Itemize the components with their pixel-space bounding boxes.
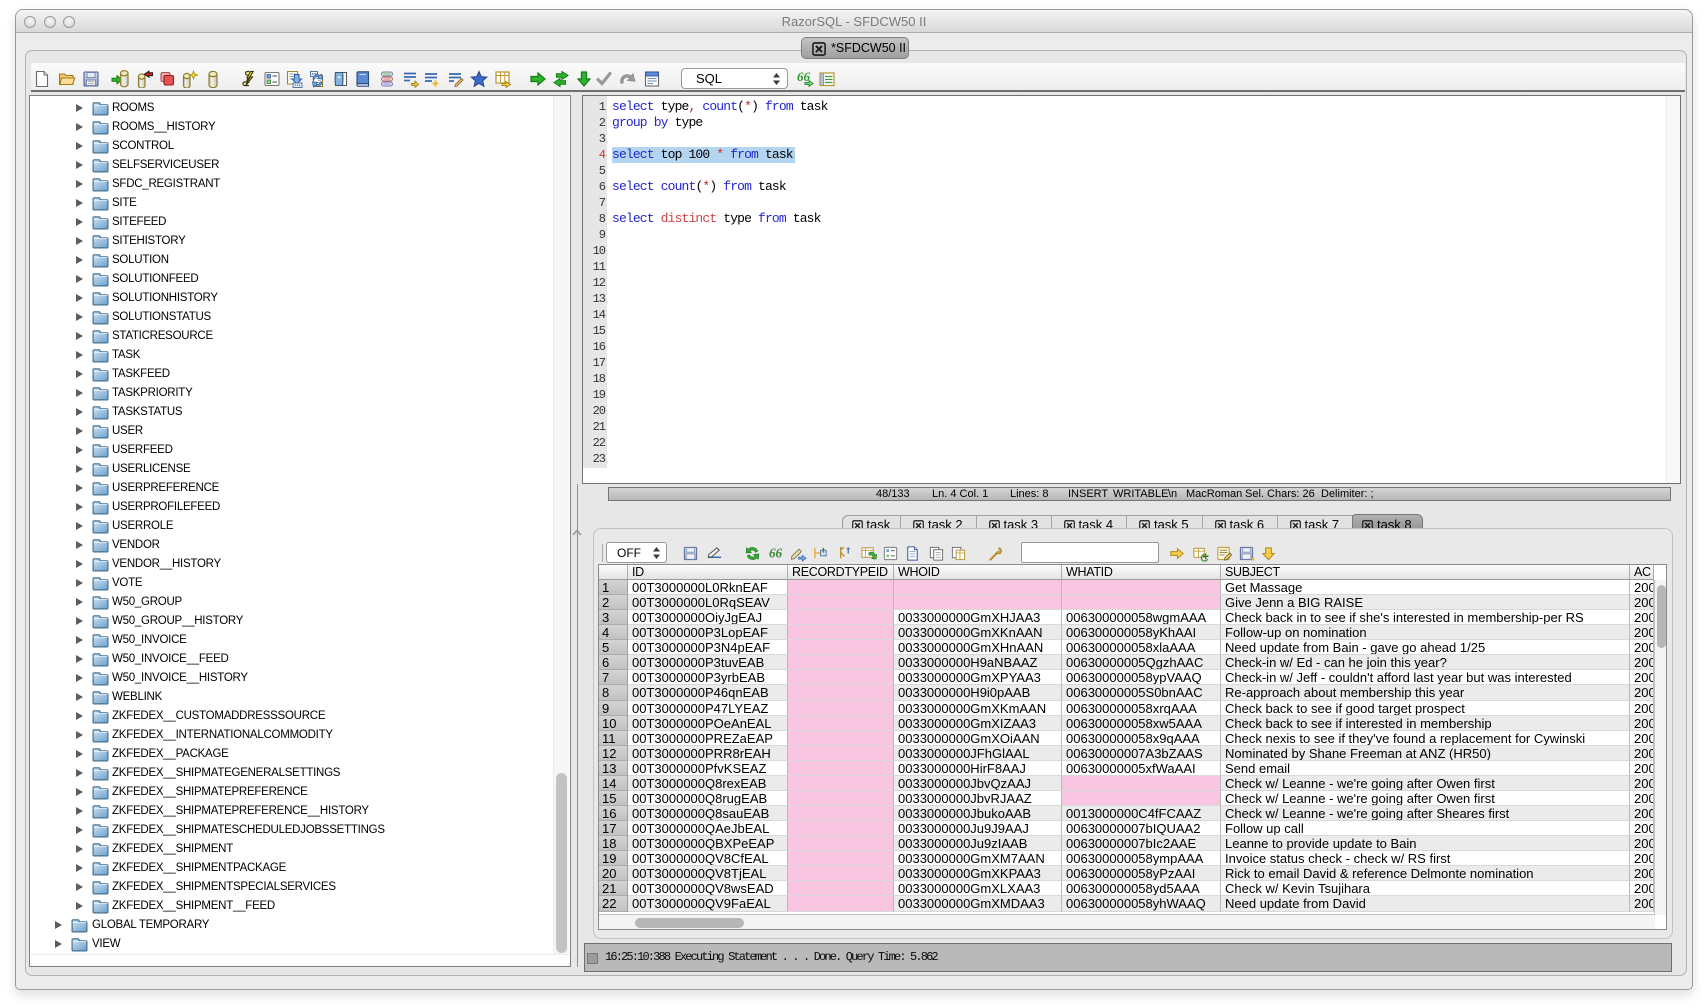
svg-text:66: 66 bbox=[797, 70, 811, 84]
svg-text:66: 66 bbox=[769, 545, 783, 560]
